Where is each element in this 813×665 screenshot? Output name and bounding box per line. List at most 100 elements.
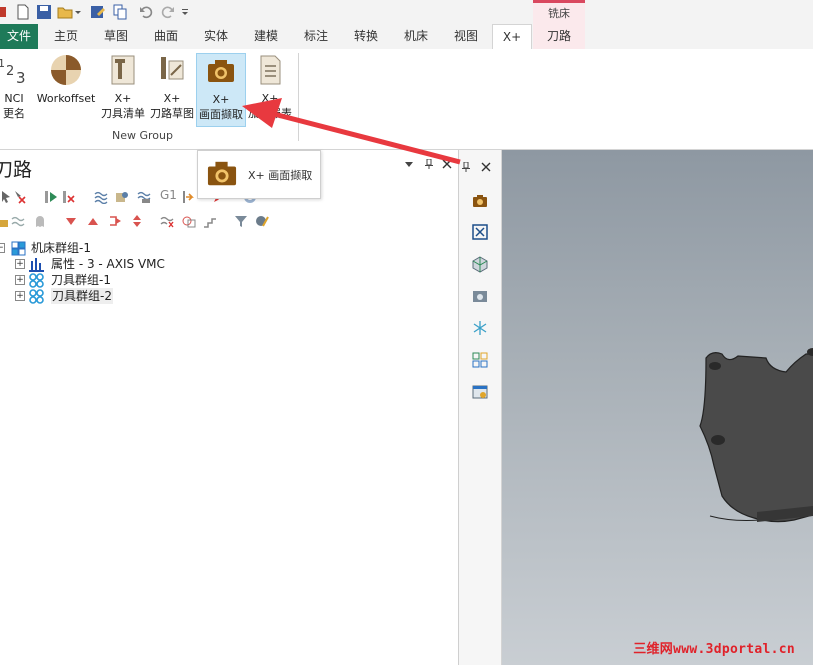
quick-access-toolbar bbox=[0, 0, 813, 24]
app-icon[interactable] bbox=[0, 4, 16, 20]
graphics-viewport[interactable]: 三维网www.3dportal.cn bbox=[502, 150, 813, 665]
tool-list-icon bbox=[111, 55, 135, 85]
context-accent-bar bbox=[533, 0, 585, 3]
iso-view-icon[interactable] bbox=[471, 255, 489, 273]
tab-sketch[interactable]: 草图 bbox=[100, 24, 132, 49]
ribbon-group-label: New Group bbox=[112, 129, 173, 142]
tool-group-icon bbox=[29, 273, 44, 288]
toolpath-sketch-line2: 刀路草图 bbox=[150, 107, 194, 120]
nci-rename-button[interactable]: 123 NCI 更名 bbox=[0, 53, 28, 121]
tab-surface[interactable]: 曲面 bbox=[150, 24, 182, 49]
tooltip: X+ 画面撷取 bbox=[197, 150, 321, 199]
steps-icon[interactable] bbox=[203, 214, 217, 228]
tooltip-label: X+ 画面撷取 bbox=[248, 169, 313, 182]
close-icon[interactable] bbox=[442, 159, 452, 169]
select-icon[interactable] bbox=[0, 190, 14, 204]
regenerate-icon[interactable] bbox=[44, 190, 58, 204]
post-output-icon[interactable] bbox=[181, 190, 195, 204]
camera-icon bbox=[208, 60, 234, 82]
tab-toolpaths[interactable]: 刀路 bbox=[533, 24, 585, 49]
verify-icon[interactable] bbox=[115, 190, 129, 204]
open-folder-icon[interactable] bbox=[57, 4, 73, 20]
report-button[interactable]: X+ 加工报表 bbox=[246, 53, 294, 121]
stock-model-icon[interactable] bbox=[182, 214, 196, 228]
ribbon-panel: 123 NCI 更名 Workoffset X+ 刀具清单 X+ 刀路草图 X+… bbox=[0, 49, 813, 150]
report-line1: X+ bbox=[261, 92, 279, 105]
backplot-icon[interactable] bbox=[94, 190, 108, 204]
expander-expand[interactable]: + bbox=[15, 259, 25, 269]
screenshot-icon[interactable] bbox=[471, 287, 489, 305]
expander-expand[interactable]: + bbox=[15, 275, 25, 285]
watermark: 三维网www.3dportal.cn bbox=[633, 642, 795, 657]
copy-icon[interactable] bbox=[112, 4, 128, 20]
toolpath-sketch-button[interactable]: X+ 刀路草图 bbox=[148, 53, 196, 121]
tree-node-label: 刀具群组-2 bbox=[51, 288, 113, 304]
insert-after-icon[interactable] bbox=[108, 214, 122, 228]
expand-collapse-icon[interactable] bbox=[130, 214, 144, 228]
properties-icon bbox=[29, 258, 44, 272]
display-options-icon[interactable] bbox=[234, 214, 248, 228]
expander-collapse[interactable]: − bbox=[0, 243, 5, 253]
redo-icon[interactable] bbox=[160, 4, 176, 20]
report-icon bbox=[260, 55, 281, 85]
workoffset-button[interactable]: Workoffset bbox=[34, 53, 98, 106]
toolpath-sketch-line1: X+ bbox=[163, 92, 181, 105]
post-g1-label[interactable]: G1 bbox=[160, 188, 177, 202]
tool-group-icon bbox=[29, 289, 44, 304]
panel-menu-icon[interactable] bbox=[404, 159, 414, 169]
workoffset-label: Workoffset bbox=[36, 92, 96, 105]
camera-icon bbox=[207, 161, 237, 186]
new-file-icon[interactable] bbox=[15, 4, 31, 20]
tab-transform[interactable]: 转换 bbox=[350, 24, 382, 49]
save-icon[interactable] bbox=[36, 4, 52, 20]
axes-icon[interactable] bbox=[471, 319, 489, 337]
move-down-icon[interactable] bbox=[64, 214, 78, 228]
simulate-icon[interactable] bbox=[137, 190, 151, 204]
save-as-icon[interactable] bbox=[90, 4, 106, 20]
nci-rename-line1: NCI bbox=[4, 92, 24, 105]
context-group-title: 铣床 bbox=[548, 7, 570, 20]
camera-icon[interactable] bbox=[471, 192, 489, 210]
tab-modeling[interactable]: 建模 bbox=[250, 24, 282, 49]
chevron-down-icon[interactable] bbox=[74, 4, 82, 20]
screen-capture-button[interactable]: X+ 画面撷取 bbox=[196, 53, 246, 127]
svg-text:3: 3 bbox=[16, 69, 26, 87]
toolpath-display-icon[interactable] bbox=[11, 214, 25, 228]
tab-solid[interactable]: 实体 bbox=[200, 24, 232, 49]
deselect-icon[interactable] bbox=[13, 190, 27, 204]
panel-title: 刀路 bbox=[0, 159, 33, 181]
tab-dimension[interactable]: 标注 bbox=[300, 24, 332, 49]
customize-qat-icon[interactable] bbox=[180, 4, 190, 20]
color-config-icon[interactable] bbox=[255, 214, 269, 228]
view-settings-icon[interactable] bbox=[471, 383, 489, 401]
undo-icon[interactable] bbox=[138, 4, 154, 20]
close-icon[interactable] bbox=[481, 162, 491, 172]
toolpath-sketch-icon bbox=[161, 57, 184, 80]
grid-layout-icon[interactable] bbox=[471, 351, 489, 369]
tree-node-label: 刀具群组-1 bbox=[51, 273, 111, 287]
lock-icon[interactable] bbox=[0, 214, 10, 228]
fit-screen-icon[interactable] bbox=[471, 223, 489, 241]
tool-list-button[interactable]: X+ 刀具清单 bbox=[98, 53, 148, 121]
report-line2: 加工报表 bbox=[248, 107, 292, 120]
group-separator bbox=[298, 53, 299, 141]
toolpaths-panel: 刀路 G1 − 机床群组-1 + 属性 - 3 - AXIS VMC + bbox=[0, 150, 459, 665]
expander-expand[interactable]: + bbox=[15, 291, 25, 301]
tab-xplus[interactable]: X+ bbox=[492, 24, 532, 50]
tab-file[interactable]: 文件 bbox=[0, 24, 38, 49]
move-up-icon[interactable] bbox=[86, 214, 100, 228]
tool-list-line2: 刀具清单 bbox=[101, 107, 145, 120]
toolpath-filter-icon[interactable] bbox=[160, 214, 174, 228]
screen-capture-line2: 画面撷取 bbox=[199, 108, 243, 121]
tab-view[interactable]: 视图 bbox=[450, 24, 482, 49]
pin-icon[interactable] bbox=[461, 162, 471, 172]
tool-list-line1: X+ bbox=[114, 92, 132, 105]
ghost-icon[interactable] bbox=[33, 214, 47, 228]
tab-home[interactable]: 主页 bbox=[50, 24, 82, 49]
machine-group-icon bbox=[11, 241, 26, 256]
tab-machine[interactable]: 机床 bbox=[400, 24, 432, 49]
regenerate-dirty-icon[interactable] bbox=[62, 190, 76, 204]
pin-icon[interactable] bbox=[424, 159, 434, 169]
workoffset-icon bbox=[51, 55, 81, 85]
svg-text:2: 2 bbox=[6, 64, 14, 79]
